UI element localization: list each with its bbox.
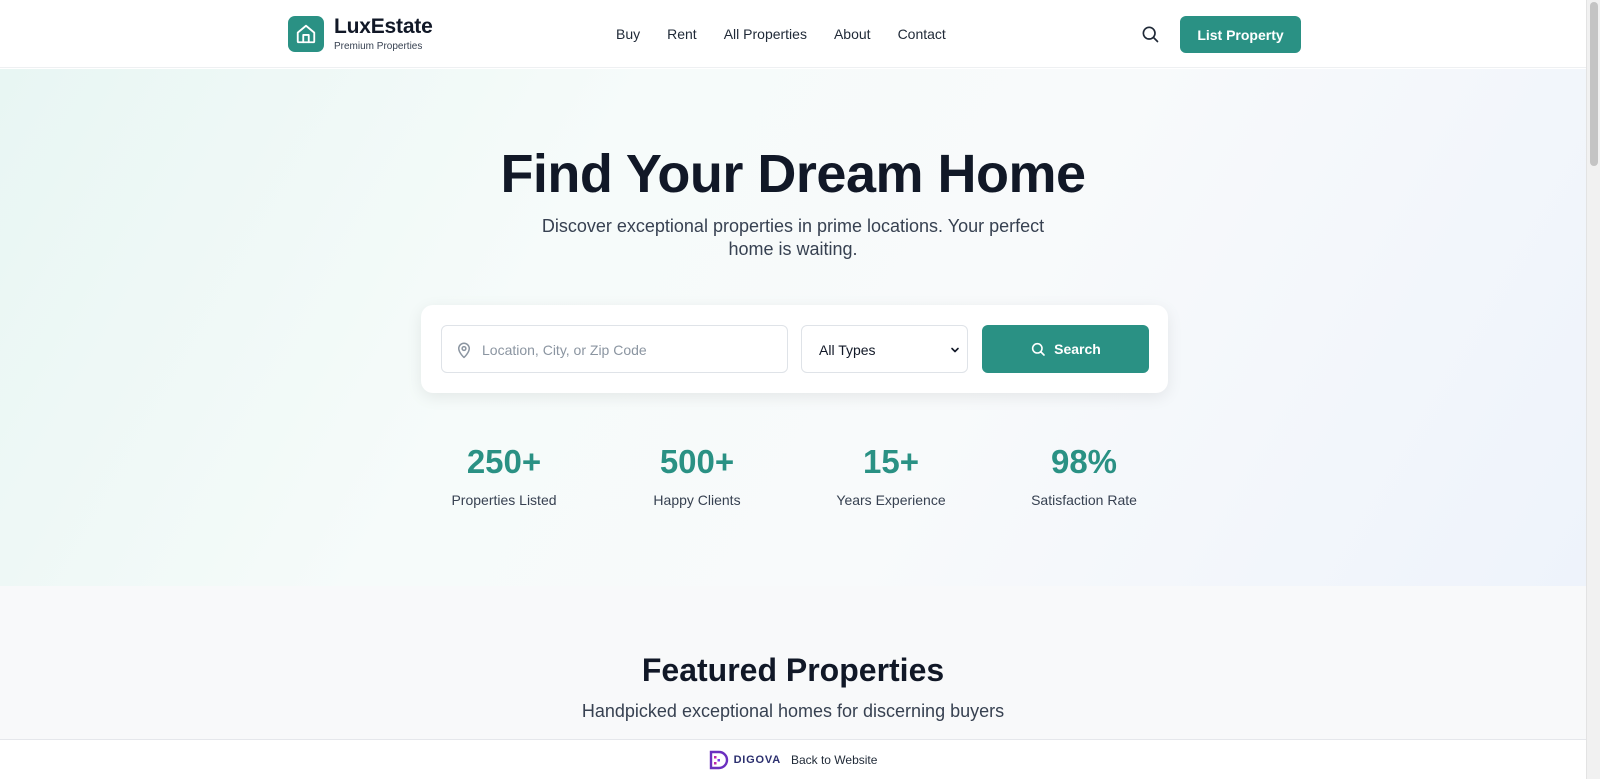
chevron-down-icon: [951, 347, 959, 353]
hero-title: Find Your Dream Home: [500, 144, 1086, 204]
stat-label: Years Experience: [836, 492, 946, 508]
stat-label: Happy Clients: [653, 492, 741, 508]
search-icon: [1142, 26, 1159, 43]
scrollbar-thumb[interactable]: [1590, 2, 1598, 166]
digova-logo[interactable]: DIGOVA: [709, 750, 781, 770]
featured-title: Featured Properties: [641, 652, 945, 688]
stat-value: 500+: [659, 443, 735, 480]
featured-subtitle: Handpicked exceptional homes for discern…: [581, 701, 1005, 721]
digova-logo-icon: [709, 750, 728, 769]
stat-value: 15+: [863, 443, 919, 480]
nav-item-rent[interactable]: Rent: [667, 26, 697, 42]
stats-row: 250+ Properties Listed 500+ Happy Client…: [0, 444, 1586, 514]
hero-subtitle: Discover exceptional properties in prime…: [541, 216, 1045, 259]
stat-label: Satisfaction Rate: [1031, 492, 1137, 508]
stat-item: 250+ Properties Listed: [404, 443, 604, 509]
page-scrollbar[interactable]: [1586, 0, 1600, 779]
search-card: All Types Search: [421, 305, 1168, 393]
back-to-website-bar: DIGOVA Back to Website: [0, 739, 1586, 779]
list-property-button[interactable]: List Property: [1180, 16, 1301, 53]
main-nav: Buy Rent All Properties About Contact: [616, 26, 973, 42]
property-type-value: All Types: [819, 342, 876, 358]
search-button[interactable]: Search: [982, 325, 1149, 373]
site-header: LuxEstate Premium Properties Buy Rent Al…: [0, 0, 1586, 68]
stat-label: Properties Listed: [451, 492, 557, 508]
stat-item: 15+ Years Experience: [791, 443, 991, 509]
brand-tagline: Premium Properties: [334, 41, 423, 52]
nav-item-all-properties[interactable]: All Properties: [724, 26, 807, 42]
property-type-select[interactable]: All Types: [801, 325, 968, 373]
search-icon: [1032, 342, 1045, 356]
header-search-button[interactable]: [1138, 22, 1162, 46]
nav-item-contact[interactable]: Contact: [898, 26, 946, 42]
digova-wordmark: DIGOVA: [733, 753, 781, 766]
brand-name[interactable]: LuxEstate: [334, 15, 433, 39]
search-button-label: Search: [1054, 341, 1101, 357]
back-to-website-link[interactable]: Back to Website: [791, 753, 877, 767]
stat-value: 250+: [466, 443, 542, 480]
location-input[interactable]: [482, 338, 772, 362]
brand-logo[interactable]: [288, 16, 324, 52]
house-icon: [296, 24, 316, 44]
location-field[interactable]: [441, 325, 788, 373]
nav-item-buy[interactable]: Buy: [616, 26, 640, 42]
hero-section: Find Your Dream Home Discover exceptiona…: [0, 69, 1586, 586]
stat-item: 98% Satisfaction Rate: [984, 443, 1184, 509]
stat-value: 98%: [1050, 443, 1118, 480]
featured-section: Featured Properties Handpicked exception…: [0, 586, 1586, 740]
map-pin-icon: [458, 342, 470, 359]
nav-item-about[interactable]: About: [834, 26, 871, 42]
stat-item: 500+ Happy Clients: [597, 443, 797, 509]
